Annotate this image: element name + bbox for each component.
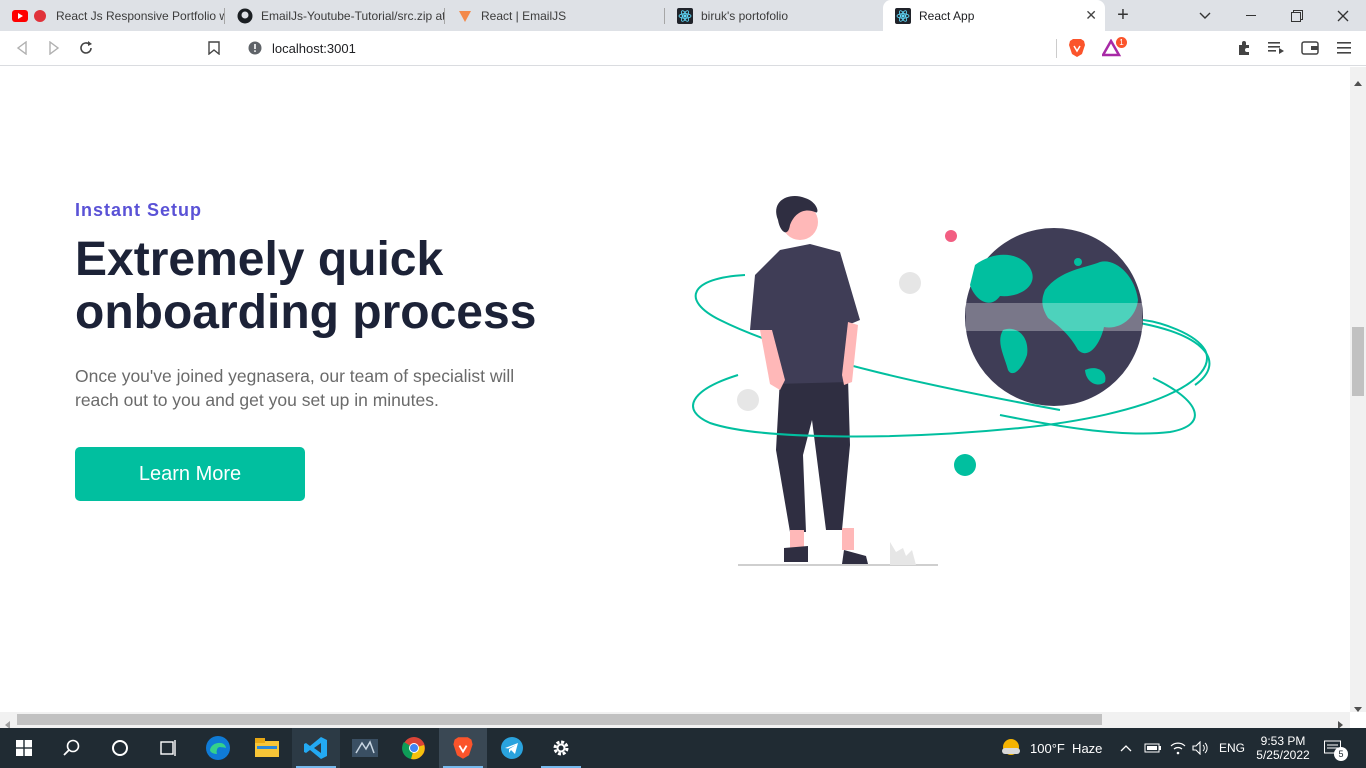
tab-title: React App xyxy=(919,8,975,23)
reload-icon[interactable] xyxy=(74,37,98,59)
cortana-icon[interactable] xyxy=(96,728,144,768)
browser-toolbar: localhost:3001 1 xyxy=(0,31,1366,66)
close-window-button[interactable] xyxy=(1320,0,1366,31)
tab-title: React | EmailJS xyxy=(481,8,567,23)
notification-count-badge: 5 xyxy=(1334,747,1348,761)
playlist-icon[interactable] xyxy=(1264,37,1288,59)
back-icon[interactable] xyxy=(10,37,34,59)
react-icon xyxy=(677,7,693,24)
scroll-up-arrow-icon[interactable] xyxy=(1354,73,1362,91)
tab-title: EmailJs-Youtube-Tutorial/src.zip at xyxy=(261,8,445,23)
pink-dot xyxy=(945,230,957,242)
recording-icon xyxy=(32,8,48,24)
address-divider xyxy=(1056,39,1057,58)
telegram-icon[interactable] xyxy=(488,728,536,768)
show-hidden-icons-chevron-icon[interactable] xyxy=(1120,728,1132,768)
github-icon xyxy=(237,8,253,24)
minimize-button[interactable] xyxy=(1228,0,1274,31)
onboarding-illustration xyxy=(692,196,1211,566)
rewards-badge: 1 xyxy=(1116,37,1127,48)
weather-widget[interactable]: 100°F Haze xyxy=(1000,728,1102,768)
grey-dot xyxy=(737,389,759,411)
emailjs-icon xyxy=(457,8,473,24)
wifi-icon[interactable] xyxy=(1170,728,1186,768)
tab-search-chevron-icon[interactable] xyxy=(1182,0,1228,31)
page-viewport: Instant Setup Extremely quick onboarding… xyxy=(0,67,1350,712)
url-text: localhost:3001 xyxy=(272,41,356,56)
new-tab-button[interactable]: + xyxy=(1108,0,1138,31)
volume-icon[interactable] xyxy=(1192,728,1210,768)
menu-icon[interactable] xyxy=(1332,37,1356,59)
clock-date: 5/25/2022 xyxy=(1256,748,1310,762)
scroll-down-arrow-icon[interactable] xyxy=(1354,699,1362,717)
clock-time: 9:53 PM xyxy=(1260,734,1306,748)
chrome-icon[interactable] xyxy=(390,728,438,768)
task-view-icon[interactable] xyxy=(144,728,192,768)
wallet-icon[interactable] xyxy=(1298,37,1322,59)
tab-strip: React Js Responsive Portfolio w EmailJs-… xyxy=(0,0,1366,31)
section-description: Once you've joined yegnasera, our team o… xyxy=(75,366,515,410)
file-explorer-icon[interactable] xyxy=(243,728,291,768)
search-icon[interactable] xyxy=(48,728,96,768)
tab-github[interactable]: EmailJs-Youtube-Tutorial/src.zip at xyxy=(225,0,445,31)
weather-text: 100°F Haze xyxy=(1030,740,1103,756)
extensions-icon[interactable] xyxy=(1232,37,1256,59)
horizontal-scrollbar[interactable] xyxy=(0,712,1350,729)
tab-youtube[interactable]: React Js Responsive Portfolio w xyxy=(0,0,225,31)
tab-title: React Js Responsive Portfolio w xyxy=(56,8,225,23)
section-headline: Extremely quick onboarding process xyxy=(75,233,537,339)
tab-title: biruk's portofolio xyxy=(701,8,788,23)
youtube-icon xyxy=(12,8,28,24)
brave-shields-icon[interactable] xyxy=(1068,38,1086,63)
plant-shape xyxy=(890,542,916,565)
windows-start-icon[interactable] xyxy=(0,728,48,768)
notifications-icon[interactable]: 5 xyxy=(1324,728,1348,768)
clock[interactable]: 9:53 PM 5/25/2022 xyxy=(1254,728,1312,768)
horizontal-scroll-thumb[interactable] xyxy=(17,714,1102,725)
weather-sun-icon xyxy=(1000,738,1022,759)
close-tab-icon[interactable]: ✕ xyxy=(1085,7,1097,24)
windows-taskbar: 100°F Haze ENG 9:53 PM 5/25/2022 5 xyxy=(0,728,1366,768)
address-bar[interactable]: localhost:3001 1 xyxy=(238,35,1130,62)
bookmark-icon[interactable] xyxy=(202,37,226,59)
input-language[interactable]: ENG xyxy=(1219,728,1245,768)
learn-more-button[interactable]: Learn More xyxy=(75,447,305,501)
grey-dot xyxy=(899,272,921,294)
tab-emailjs[interactable]: React | EmailJS xyxy=(445,0,665,31)
edge-icon[interactable] xyxy=(194,728,242,768)
sql-server-icon[interactable] xyxy=(341,728,389,768)
vertical-scroll-thumb[interactable] xyxy=(1352,327,1364,396)
forward-icon[interactable] xyxy=(42,37,66,59)
battery-icon[interactable] xyxy=(1144,728,1162,768)
standing-person xyxy=(750,196,868,564)
react-icon xyxy=(895,7,911,24)
globe xyxy=(965,228,1143,406)
settings-gear-icon[interactable] xyxy=(537,728,585,768)
vertical-scrollbar[interactable] xyxy=(1350,67,1366,712)
tab-portfolio[interactable]: biruk's portofolio xyxy=(665,0,883,31)
tab-react-app[interactable]: React App ✕ xyxy=(883,0,1105,31)
site-info-icon[interactable] xyxy=(248,41,262,60)
section-eyebrow: Instant Setup xyxy=(75,200,203,220)
brave-browser-icon[interactable] xyxy=(439,728,487,768)
vscode-icon[interactable] xyxy=(292,728,340,768)
teal-dot xyxy=(954,454,976,476)
restore-button[interactable] xyxy=(1274,0,1320,31)
